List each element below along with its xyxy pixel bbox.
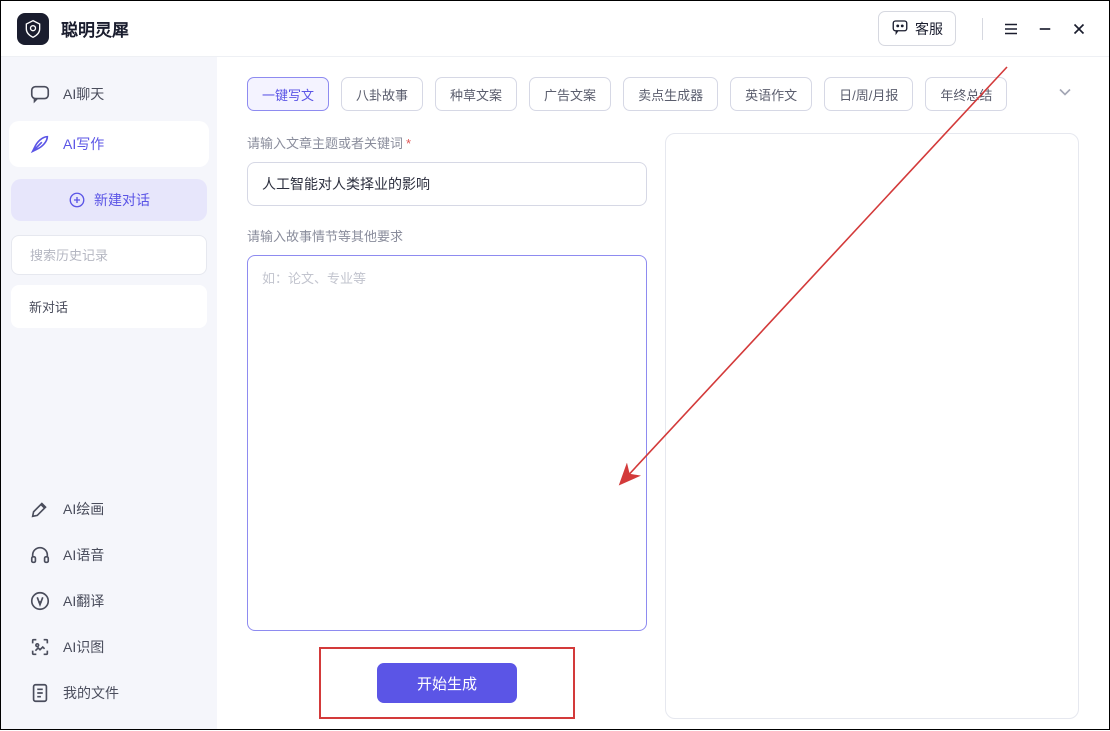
output-panel	[665, 133, 1079, 719]
tab-label: 种草文案	[450, 85, 502, 104]
tab-label: 八卦故事	[356, 85, 408, 104]
sidebar-bottom: AI绘画 AI语音 AI翻译 AI识图	[1, 485, 217, 717]
sidebar-item-draw[interactable]: AI绘画	[9, 487, 209, 531]
topic-label: 请输入文章主题或者关键词*	[247, 133, 647, 152]
sidebar-item-chat[interactable]: AI聊天	[9, 71, 209, 117]
tab-label: 卖点生成器	[638, 85, 703, 104]
menu-button[interactable]	[997, 15, 1025, 43]
tab-label: 广告文案	[544, 85, 596, 104]
recent-conversation[interactable]: 新对话	[11, 285, 207, 328]
customer-service-label: 客服	[915, 19, 943, 39]
required-asterisk: *	[406, 136, 411, 151]
topic-input[interactable]	[247, 162, 647, 206]
translate-icon	[29, 590, 51, 612]
titlebar: 聪明灵犀 客服	[1, 1, 1109, 57]
file-icon	[29, 682, 51, 704]
output-column	[665, 133, 1079, 719]
tab-one-click[interactable]: 一键写文	[247, 77, 329, 111]
detail-textarea[interactable]	[247, 255, 647, 631]
recent-label: 新对话	[29, 300, 68, 315]
tab-ad-copy[interactable]: 广告文案	[529, 77, 611, 111]
sidebar-label: AI写作	[63, 134, 104, 154]
sidebar-label: AI聊天	[63, 84, 104, 104]
template-tabs: 一键写文 八卦故事 种草文案 广告文案 卖点生成器 英语作文 日/周/月报 年终…	[247, 77, 1079, 111]
app-title: 聪明灵犀	[61, 16, 129, 41]
generate-highlight-box: 开始生成	[319, 647, 575, 719]
history-search[interactable]	[11, 235, 207, 275]
scan-image-icon	[29, 636, 51, 658]
sidebar-item-translate[interactable]: AI翻译	[9, 579, 209, 623]
chat-icon	[29, 83, 51, 105]
tab-review-copy[interactable]: 种草文案	[435, 77, 517, 111]
sidebar: AI聊天 AI写作 新建对话 新对话	[1, 57, 217, 729]
input-column: 请输入文章主题或者关键词* 请输入故事情节等其他要求 开始生成	[247, 133, 647, 719]
tab-gossip-story[interactable]: 八卦故事	[341, 77, 423, 111]
close-button[interactable]	[1065, 15, 1093, 43]
sidebar-label: AI翻译	[63, 591, 104, 611]
tab-label: 日/周/月报	[839, 85, 898, 104]
sidebar-label: AI识图	[63, 637, 104, 657]
app-logo	[17, 13, 49, 45]
sidebar-label: AI绘画	[63, 499, 104, 519]
sidebar-label: AI语音	[63, 545, 104, 565]
main-content: 一键写文 八卦故事 种草文案 广告文案 卖点生成器 英语作文 日/周/月报 年终…	[217, 57, 1109, 729]
sidebar-item-writing[interactable]: AI写作	[9, 121, 209, 167]
sidebar-item-voice[interactable]: AI语音	[9, 533, 209, 577]
feather-icon	[29, 133, 51, 155]
tab-selling-points[interactable]: 卖点生成器	[623, 77, 718, 111]
chevron-down-icon	[1055, 82, 1075, 107]
minimize-button[interactable]	[1031, 15, 1059, 43]
detail-label: 请输入故事情节等其他要求	[247, 226, 647, 245]
customer-service-button[interactable]: 客服	[878, 11, 956, 46]
expand-tabs-button[interactable]	[1051, 80, 1079, 108]
tab-year-summary[interactable]: 年终总结	[925, 77, 1007, 111]
plus-circle-icon	[68, 191, 86, 209]
history-search-input[interactable]	[30, 248, 206, 263]
tab-label: 英语作文	[745, 85, 797, 104]
tab-english-essay[interactable]: 英语作文	[730, 77, 812, 111]
chat-bubble-icon	[891, 18, 915, 39]
sidebar-item-image[interactable]: AI识图	[9, 625, 209, 669]
sidebar-item-files[interactable]: 我的文件	[9, 671, 209, 715]
titlebar-divider	[982, 18, 983, 40]
tab-label: 一键写文	[262, 85, 314, 104]
tab-label: 年终总结	[940, 85, 992, 104]
generate-button[interactable]: 开始生成	[377, 663, 517, 703]
tab-reports[interactable]: 日/周/月报	[824, 77, 913, 111]
brush-icon	[29, 498, 51, 520]
headphones-icon	[29, 544, 51, 566]
new-chat-label: 新建对话	[94, 190, 150, 210]
new-chat-button[interactable]: 新建对话	[11, 179, 207, 221]
sidebar-label: 我的文件	[63, 683, 119, 703]
